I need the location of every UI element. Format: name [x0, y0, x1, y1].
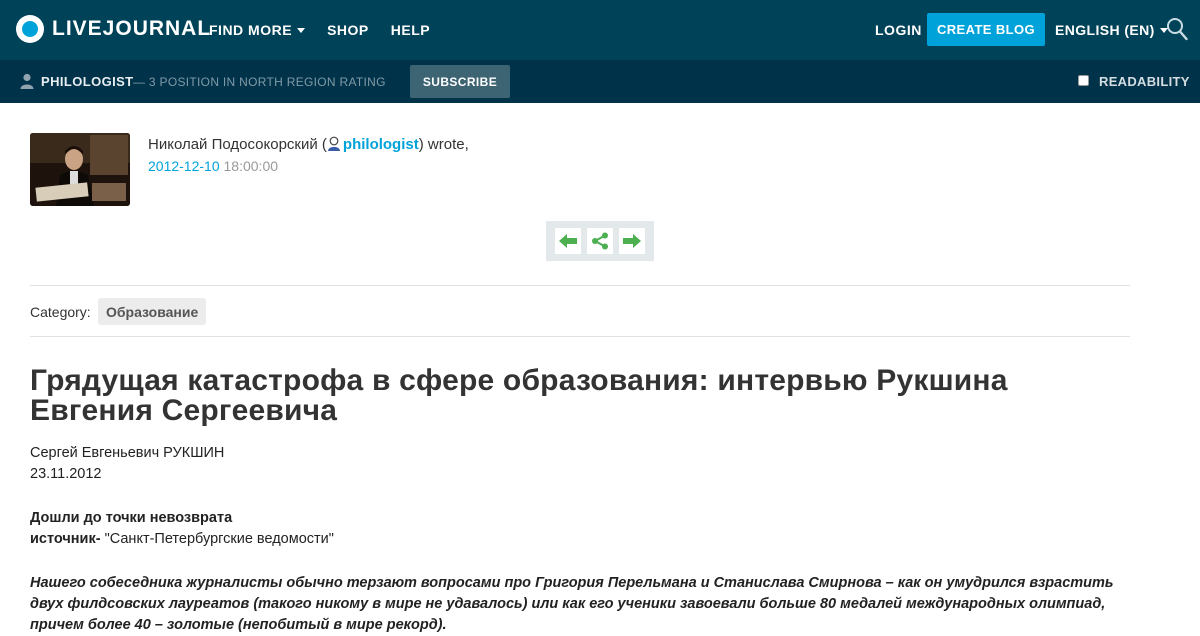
share-icon: [592, 232, 608, 250]
search-icon[interactable]: [1166, 17, 1188, 41]
byline-name: Сергей Евгеньевич РУКШИН: [30, 445, 225, 461]
entry-time: 18:00:00: [223, 158, 279, 174]
logo-text: LIVEJOURNAL: [52, 17, 212, 40]
journal-name-link[interactable]: PHILOLOGIST: [41, 74, 134, 89]
source-label: источник-: [30, 531, 101, 547]
readability-checkbox[interactable]: [1078, 75, 1089, 86]
nav-find-more[interactable]: FIND MORE: [209, 22, 306, 38]
article-lead: Нашего собеседника журналисты обычно тер…: [30, 575, 1114, 633]
divider: [30, 285, 1130, 286]
category-tag[interactable]: Образование: [98, 298, 207, 325]
arrow-left-icon: [559, 234, 577, 248]
byline-date: 23.11.2012: [30, 466, 102, 482]
author-username-link[interactable]: philologist: [343, 136, 419, 153]
arrow-right-icon: [623, 234, 641, 248]
readability-label[interactable]: READABILITY: [1099, 74, 1190, 89]
author-avatar[interactable]: [30, 133, 130, 206]
create-blog-button[interactable]: CREATE BLOG: [927, 13, 1045, 46]
entry-datetime: 2012-12-10 18:00:00: [148, 158, 278, 174]
chevron-down-icon: [297, 27, 306, 33]
language-label: ENGLISH (EN): [1055, 22, 1155, 38]
livejournal-logo[interactable]: LIVEJOURNAL: [16, 15, 211, 43]
article-heading: Дошли до точки невозврата: [30, 510, 233, 526]
author-name: Николай Подосокорский (: [148, 136, 327, 153]
entry-body: Сергей Евгеньевич РУКШИН 23.11.2012 Дошл…: [30, 443, 1130, 636]
main-nav: FIND MORE SHOP HELP: [209, 22, 452, 38]
source-line: источник- "Санкт-Петербургские ведомости…: [30, 529, 1130, 550]
entry-date-link[interactable]: 2012-12-10: [148, 158, 220, 174]
rating-text[interactable]: — 3 POSITION IN NORTH REGION RATING: [133, 75, 386, 89]
top-navigation-bar: LIVEJOURNAL FIND MORE SHOP HELP LOGIN CR…: [0, 0, 1200, 60]
share-button[interactable]: [587, 228, 613, 254]
nav-help[interactable]: HELP: [391, 22, 430, 38]
nav-find-more-label: FIND MORE: [209, 22, 293, 38]
user-icon: [20, 73, 34, 89]
user-head-icon[interactable]: [327, 136, 341, 151]
login-link[interactable]: LOGIN: [875, 22, 922, 38]
subscribe-button[interactable]: SUBSCRIBE: [410, 65, 510, 98]
nav-shop-label: SHOP: [327, 22, 369, 38]
next-entry-button[interactable]: [619, 228, 645, 254]
nav-shop[interactable]: SHOP: [327, 22, 369, 38]
livejournal-logo-icon: [16, 15, 44, 43]
language-selector[interactable]: ENGLISH (EN): [1055, 22, 1168, 38]
category-label: Category:: [30, 304, 91, 320]
entry-title: Грядущая катастрофа в сфере образования:…: [30, 364, 1008, 427]
entry-navigation: [546, 221, 654, 261]
nav-help-label: HELP: [390, 22, 431, 38]
source-value: "Санкт-Петербургские ведомости": [100, 531, 334, 547]
author-suffix: ) wrote,: [418, 136, 469, 153]
avatar-photo: [30, 133, 130, 206]
divider: [30, 336, 1130, 337]
author-line: Николай Подосокорский ( philologist) wrot…: [148, 136, 469, 153]
previous-entry-button[interactable]: [555, 228, 581, 254]
